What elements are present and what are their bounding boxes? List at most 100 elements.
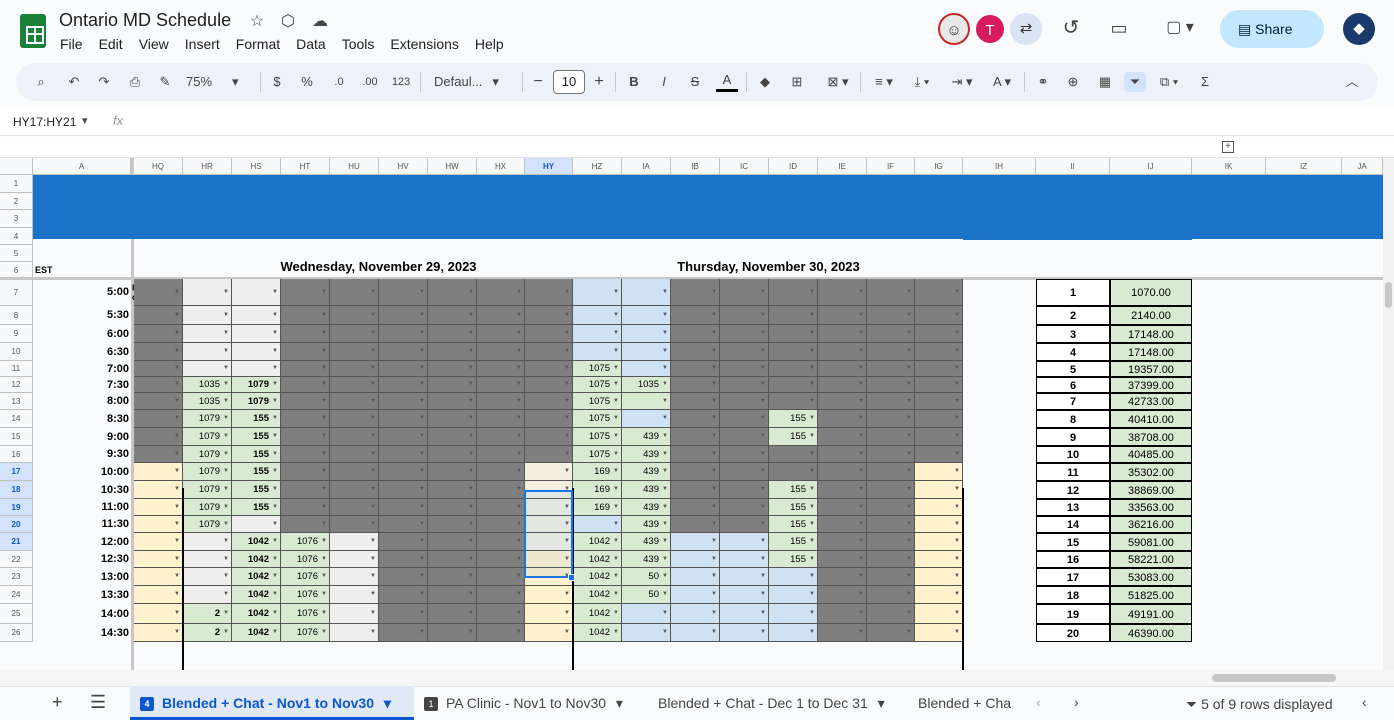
column-header-hv[interactable]: HV [379,158,428,175]
dropdown-chevron-icon[interactable]: ▼ [564,468,570,474]
dropdown-chevron-icon[interactable]: ▼ [370,415,376,421]
dropdown-chevron-icon[interactable]: ▼ [906,381,912,387]
dropdown-chevron-icon[interactable]: ▼ [516,330,522,336]
row-header[interactable]: 4 [0,228,33,245]
dropdown-chevron-icon[interactable]: ▼ [174,591,180,597]
dropdown-chevron-icon[interactable]: ▼ [711,629,717,635]
dropdown-chevron-icon[interactable]: ▼ [564,629,570,635]
dropdown-chevron-icon[interactable]: ▼ [174,573,180,579]
dropdown-chevron-icon[interactable]: ▼ [662,433,668,439]
row-header[interactable]: 15 [0,428,33,446]
dropdown-chevron-icon[interactable]: ▼ [711,330,717,336]
dropdown-chevron-icon[interactable]: ▼ [370,348,376,354]
dropdown-chevron-icon[interactable]: ▼ [662,556,668,562]
collapse-sidebar-icon[interactable]: ‹ [1362,694,1367,710]
dropdown-chevron-icon[interactable]: ▼ [662,591,668,597]
dropdown-chevron-icon[interactable]: ▼ [613,504,619,510]
dropdown-chevron-icon[interactable]: ▼ [468,610,474,616]
dropdown-chevron-icon[interactable]: ▼ [370,289,376,295]
dropdown-chevron-icon[interactable]: ▼ [174,486,180,492]
dropdown-chevron-icon[interactable]: ▼ [760,573,766,579]
select-all-corner[interactable] [0,158,33,175]
dropdown-chevron-icon[interactable]: ▼ [954,629,960,635]
row-header[interactable]: 13 [0,393,33,410]
column-header-ij[interactable]: IJ [1110,158,1192,175]
dropdown-chevron-icon[interactable]: ▼ [419,591,425,597]
dropdown-chevron-icon[interactable]: ▼ [613,591,619,597]
row-header[interactable]: 26 [0,624,33,642]
row-header[interactable]: 17 [0,463,33,481]
dropdown-chevron-icon[interactable]: ▼ [419,610,425,616]
dropdown-chevron-icon[interactable]: ▼ [760,591,766,597]
dropdown-chevron-icon[interactable]: ▼ [516,365,522,371]
dropdown-chevron-icon[interactable]: ▼ [516,348,522,354]
dropdown-chevron-icon[interactable]: ▼ [468,504,474,510]
dropdown-chevron-icon[interactable]: ▼ [174,629,180,635]
dropdown-chevron-icon[interactable]: ▼ [954,348,960,354]
dropdown-chevron-icon[interactable]: ▼ [954,538,960,544]
dropdown-chevron-icon[interactable]: ▼ [858,610,864,616]
dropdown-chevron-icon[interactable]: ▼ [174,610,180,616]
dropdown-chevron-icon[interactable]: ▼ [223,538,229,544]
dropdown-chevron-icon[interactable]: ▼ [321,312,327,318]
dropdown-chevron-icon[interactable]: ▼ [613,365,619,371]
dropdown-chevron-icon[interactable]: ▼ [564,312,570,318]
dropdown-chevron-icon[interactable]: ▼ [906,451,912,457]
dropdown-chevron-icon[interactable]: ▼ [419,348,425,354]
dropdown-chevron-icon[interactable]: ▼ [321,504,327,510]
dropdown-chevron-icon[interactable]: ▼ [662,312,668,318]
dropdown-chevron-icon[interactable]: ▼ [906,330,912,336]
dropdown-chevron-icon[interactable]: ▼ [419,289,425,295]
dropdown-chevron-icon[interactable]: ▼ [272,348,278,354]
dropdown-chevron-icon[interactable]: ▼ [468,433,474,439]
dropdown-chevron-icon[interactable]: ▼ [954,433,960,439]
dropdown-chevron-icon[interactable]: ▼ [760,289,766,295]
column-header-a[interactable]: A [33,158,131,175]
dropdown-chevron-icon[interactable]: ▼ [468,591,474,597]
dropdown-chevron-icon[interactable]: ▼ [468,381,474,387]
dropdown-chevron-icon[interactable]: ▼ [858,556,864,562]
dropdown-chevron-icon[interactable]: ▼ [468,289,474,295]
dropdown-chevron-icon[interactable]: ▼ [223,330,229,336]
dropdown-chevron-icon[interactable]: ▼ [419,521,425,527]
dropdown-chevron-icon[interactable]: ▼ [613,556,619,562]
dropdown-chevron-icon[interactable]: ▼ [272,398,278,404]
dropdown-chevron-icon[interactable]: ▼ [711,451,717,457]
dropdown-chevron-icon[interactable]: ▼ [954,365,960,371]
column-header-ii[interactable]: II [1036,158,1110,175]
dropdown-chevron-icon[interactable]: ▼ [809,415,815,421]
dropdown-chevron-icon[interactable]: ▼ [419,312,425,318]
dropdown-chevron-icon[interactable]: ▼ [906,348,912,354]
dropdown-chevron-icon[interactable]: ▼ [662,504,668,510]
dropdown-chevron-icon[interactable]: ▼ [954,468,960,474]
column-header-ht[interactable]: HT [281,158,330,175]
dropdown-chevron-icon[interactable]: ▼ [613,610,619,616]
dropdown-chevron-icon[interactable]: ▼ [906,289,912,295]
dropdown-chevron-icon[interactable]: ▼ [223,629,229,635]
dropdown-chevron-icon[interactable]: ▼ [954,486,960,492]
dropdown-chevron-icon[interactable]: ▼ [858,348,864,354]
dropdown-chevron-icon[interactable]: ▼ [906,398,912,404]
dropdown-chevron-icon[interactable]: ▼ [662,573,668,579]
dropdown-chevron-icon[interactable]: ▼ [711,289,717,295]
column-header-ja[interactable]: JA [1342,158,1383,175]
dropdown-chevron-icon[interactable]: ▼ [174,381,180,387]
dropdown-chevron-icon[interactable]: ▼ [223,381,229,387]
dropdown-chevron-icon[interactable]: ▼ [809,433,815,439]
dropdown-chevron-icon[interactable]: ▼ [272,556,278,562]
dropdown-chevron-icon[interactable]: ▼ [613,381,619,387]
dropdown-chevron-icon[interactable]: ▼ [858,521,864,527]
dropdown-chevron-icon[interactable]: ▼ [858,312,864,318]
dropdown-chevron-icon[interactable]: ▼ [272,365,278,371]
row-header[interactable]: 25 [0,604,33,624]
dropdown-chevron-icon[interactable]: ▼ [662,521,668,527]
row-header[interactable]: 2 [0,193,33,210]
dropdown-chevron-icon[interactable]: ▼ [370,365,376,371]
dropdown-chevron-icon[interactable]: ▼ [223,451,229,457]
row-header[interactable]: 22 [0,551,33,568]
row-header[interactable]: 7 [0,279,33,306]
dropdown-chevron-icon[interactable]: ▼ [223,573,229,579]
dropdown-chevron-icon[interactable]: ▼ [468,365,474,371]
dropdown-chevron-icon[interactable]: ▼ [809,556,815,562]
dropdown-chevron-icon[interactable]: ▼ [662,538,668,544]
